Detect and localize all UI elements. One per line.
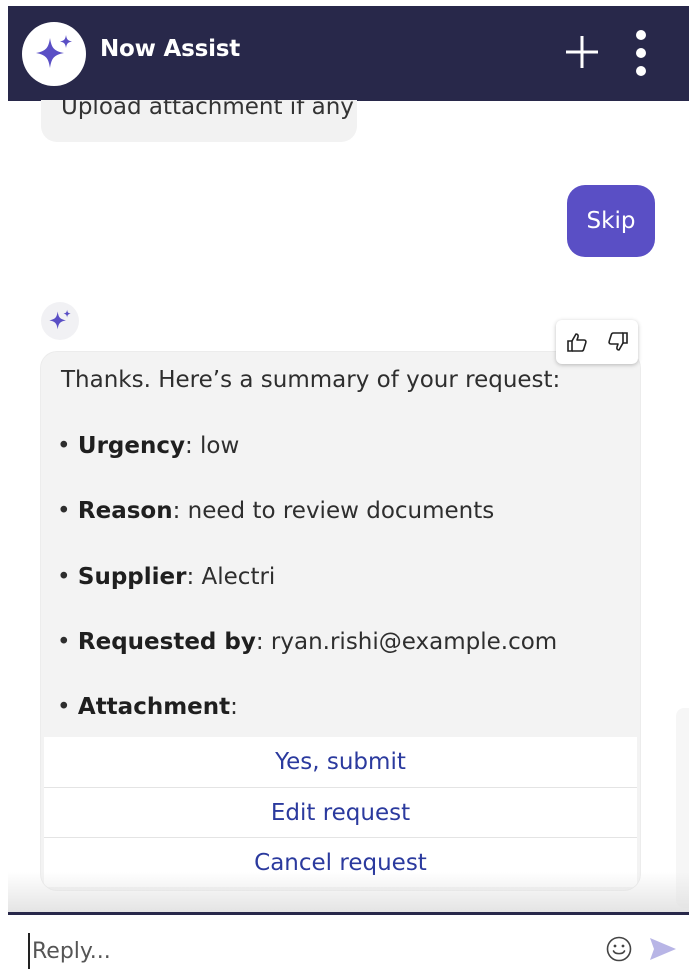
yes-submit-button[interactable]: Yes, submit (44, 737, 637, 787)
bullet: • (57, 694, 78, 720)
summary-value: : low (184, 433, 240, 459)
assistant-message-prompt: Upload attachment if any (41, 100, 357, 142)
summary-label: Urgency (77, 433, 185, 459)
summary-label: Reason (77, 498, 173, 524)
composer (8, 912, 689, 979)
edit-request-button[interactable]: Edit request (44, 787, 637, 837)
summary-label: Requested by (77, 629, 256, 655)
user-message: Skip (567, 185, 655, 257)
assistant-message-text: Upload attachment if any (61, 100, 354, 120)
summary-value: : need to review documents (172, 498, 495, 524)
thumbs-up-icon[interactable] (566, 331, 588, 353)
bullet: • (57, 433, 78, 459)
summary-value: : Alectri (186, 564, 276, 590)
summary-value: : ryan.rishi@example.com (255, 629, 558, 655)
thumbs-down-icon[interactable] (607, 331, 629, 353)
summary-item-requested-by: • Requested by: ryan.rishi@example.com (57, 629, 557, 655)
header-title: Now Assist (100, 36, 241, 62)
plus-icon[interactable] (564, 34, 600, 70)
bullet: • (57, 498, 78, 524)
summary-item-urgency: • Urgency: low (57, 433, 239, 459)
send-icon[interactable] (648, 935, 678, 963)
scroll-fade (8, 872, 689, 912)
chat-window: Now Assist Upload attachment if any Skip (0, 0, 689, 979)
bullet: • (57, 629, 78, 655)
bullet: • (57, 564, 78, 590)
summary-intro: Thanks. Here’s a summary of your request… (61, 367, 561, 393)
assistant-avatar (22, 22, 86, 86)
chat-header: Now Assist (8, 6, 689, 101)
summary-value: : (230, 694, 238, 720)
request-summary-card: Thanks. Here’s a summary of your request… (41, 352, 640, 890)
sparkle-icon (36, 35, 72, 68)
summary-item-attachment: • Attachment: (57, 694, 238, 720)
action-list: Yes, submit Edit request Cancel request (44, 737, 637, 887)
assistant-message-avatar (41, 302, 79, 340)
summary-item-supplier: • Supplier: Alectri (57, 564, 275, 590)
emoji-icon[interactable] (605, 935, 633, 963)
summary-label: Attachment (77, 694, 231, 720)
kebab-menu-icon[interactable] (630, 28, 652, 78)
summary-item-reason: • Reason: need to review documents (57, 498, 494, 524)
reply-input[interactable] (28, 933, 572, 969)
feedback-toolbar (556, 320, 638, 364)
summary-label: Supplier (77, 564, 187, 590)
sparkle-icon (49, 309, 71, 330)
